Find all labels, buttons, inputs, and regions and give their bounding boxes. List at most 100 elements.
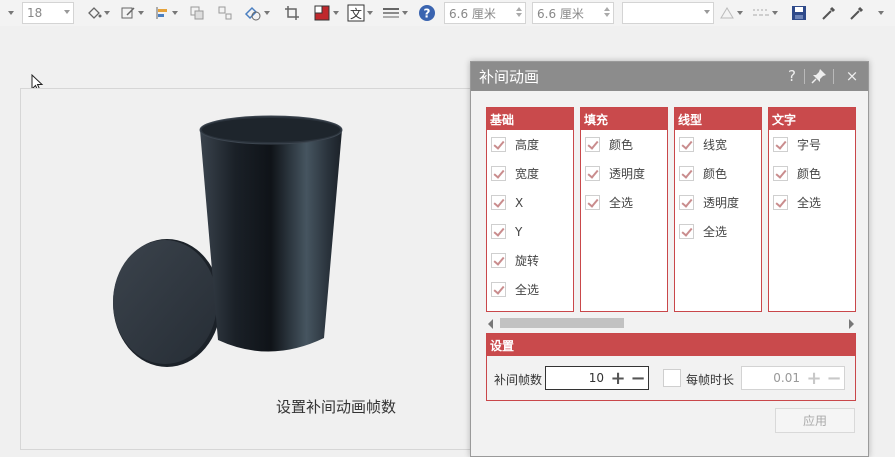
shape-icon[interactable] [242, 2, 272, 24]
canvas-caption: 设置补间动画帧数 [276, 398, 397, 416]
help-button[interactable]: ? [783, 67, 801, 85]
checkbox-label: 线宽 [703, 138, 728, 152]
checkbox-rotate[interactable]: 旋转 [487, 246, 573, 275]
crop-icon[interactable] [280, 2, 304, 24]
width-stepper[interactable] [514, 5, 523, 21]
checkbox-box[interactable] [491, 137, 506, 152]
dialog-title: 补间动画 [479, 68, 540, 86]
checkbox-line-opacity[interactable]: 透明度 [675, 188, 761, 217]
checkbox-box[interactable] [773, 195, 788, 210]
line-style-icon[interactable] [380, 2, 410, 24]
save-icon[interactable] [788, 2, 810, 24]
checkbox-label: 宽度 [515, 167, 540, 181]
checkbox-text-color[interactable]: 颜色 [769, 159, 855, 188]
scroll-left-icon[interactable] [488, 319, 493, 329]
cylinder-shape[interactable] [110, 112, 360, 368]
checkbox-label: 全选 [515, 283, 540, 297]
pin-button[interactable] [810, 67, 828, 85]
checkbox-line-color[interactable]: 颜色 [675, 159, 761, 188]
frames-label: 补间帧数 [494, 373, 543, 387]
checkbox-label: 全选 [609, 196, 634, 210]
settings-header: 设置 [487, 334, 855, 356]
title-separator-2 [833, 69, 834, 84]
checkbox-label: 全选 [703, 225, 728, 239]
checkbox-box[interactable] [679, 166, 694, 181]
height-spinbox[interactable]: 6.6 厘米 [532, 2, 614, 24]
per-frame-checkbox[interactable] [663, 369, 681, 387]
checkbox-fill-opacity[interactable]: 透明度 [581, 159, 667, 188]
color-fill-icon[interactable] [310, 2, 342, 24]
height-value: 6.6 厘米 [537, 6, 584, 21]
frames-stepper[interactable]: 10 + − [545, 366, 649, 390]
checkbox-box[interactable] [585, 195, 600, 210]
tween-animation-dialog: 补间动画 ? × 基础 高度 宽度 X Y 旋转 全选 填充 颜色 透明度 全选… [470, 61, 869, 457]
close-button[interactable]: × [843, 67, 861, 85]
group-icon[interactable] [186, 2, 208, 24]
checkbox-box[interactable] [679, 224, 694, 239]
checkbox-box[interactable] [585, 166, 600, 181]
text-icon[interactable]: 文 [344, 2, 376, 24]
checkbox-x[interactable]: X [487, 188, 573, 217]
checkbox-select-all-line[interactable]: 全选 [675, 217, 761, 246]
checkbox-label: 颜色 [797, 167, 822, 181]
checkbox-select-all-basic[interactable]: 全选 [487, 275, 573, 304]
width-value: 6.6 厘米 [449, 6, 496, 21]
font-size-select[interactable]: 18 [22, 2, 74, 24]
dialog-title-bar[interactable]: 补间动画 ? × [471, 62, 868, 91]
checkbox-box[interactable] [773, 137, 788, 152]
style-select[interactable] [622, 2, 714, 24]
column-line: 线型 线宽 颜色 透明度 全选 [674, 107, 762, 312]
dropdown-arrow-icon[interactable] [2, 2, 18, 24]
scroll-right-icon[interactable] [849, 319, 854, 329]
shadow-icon[interactable] [718, 2, 744, 24]
more-icon[interactable] [872, 2, 888, 24]
frames-value[interactable]: 10 [552, 371, 608, 385]
column-header: 填充 [581, 108, 667, 130]
plus-icon[interactable]: + [804, 367, 824, 389]
scroll-thumb[interactable] [500, 318, 624, 328]
minus-icon[interactable]: − [628, 367, 648, 389]
checkbox-box[interactable] [491, 195, 506, 210]
checkbox-box[interactable] [491, 282, 506, 297]
pen-icon[interactable] [118, 2, 146, 24]
font-size-value: 18 [27, 6, 43, 20]
pin-icon [811, 69, 826, 84]
svg-text:文: 文 [350, 6, 362, 21]
apply-button[interactable]: 应用 [775, 408, 855, 433]
checkbox-label: 高度 [515, 138, 540, 152]
checkbox-box[interactable] [491, 166, 506, 181]
minus-icon[interactable]: − [824, 367, 844, 389]
checkbox-line-width[interactable]: 线宽 [675, 130, 761, 159]
checkbox-box[interactable] [491, 253, 506, 268]
per-frame-value[interactable]: 0.01 [748, 371, 804, 385]
property-columns: 基础 高度 宽度 X Y 旋转 全选 填充 颜色 透明度 全选 线型 线宽 颜色… [486, 107, 856, 312]
checkbox-box[interactable] [679, 137, 694, 152]
checkbox-fill-color[interactable]: 颜色 [581, 130, 667, 159]
align-icon[interactable] [152, 2, 180, 24]
checkbox-select-all-text[interactable]: 全选 [769, 188, 855, 217]
checkbox-box[interactable] [491, 224, 506, 239]
checkbox-box[interactable] [773, 166, 788, 181]
eyedropper-icon[interactable] [818, 2, 840, 24]
checkbox-box[interactable] [679, 195, 694, 210]
per-frame-stepper[interactable]: 0.01 + − [741, 366, 845, 390]
checkbox-height[interactable]: 高度 [487, 130, 573, 159]
horizontal-scrollbar[interactable] [486, 316, 856, 330]
width-spinbox[interactable]: 6.6 厘米 [444, 2, 526, 24]
fill-bucket-icon[interactable] [84, 2, 112, 24]
plus-icon[interactable]: + [608, 367, 628, 389]
column-text: 文字 字号 颜色 全选 [768, 107, 856, 312]
height-stepper[interactable] [602, 5, 611, 21]
checkbox-select-all-fill[interactable]: 全选 [581, 188, 667, 217]
column-basic: 基础 高度 宽度 X Y 旋转 全选 [486, 107, 574, 312]
checkbox-label: X [515, 195, 524, 210]
checkbox-width[interactable]: 宽度 [487, 159, 573, 188]
eyedropper-2-icon[interactable] [846, 2, 868, 24]
checkbox-box[interactable] [585, 137, 600, 152]
checkbox-font-size[interactable]: 字号 [769, 130, 855, 159]
dash-style-icon[interactable] [750, 2, 780, 24]
checkbox-label: 全选 [797, 196, 822, 210]
ungroup-icon[interactable] [214, 2, 236, 24]
help-icon[interactable]: ? [416, 2, 438, 24]
checkbox-y[interactable]: Y [487, 217, 573, 246]
